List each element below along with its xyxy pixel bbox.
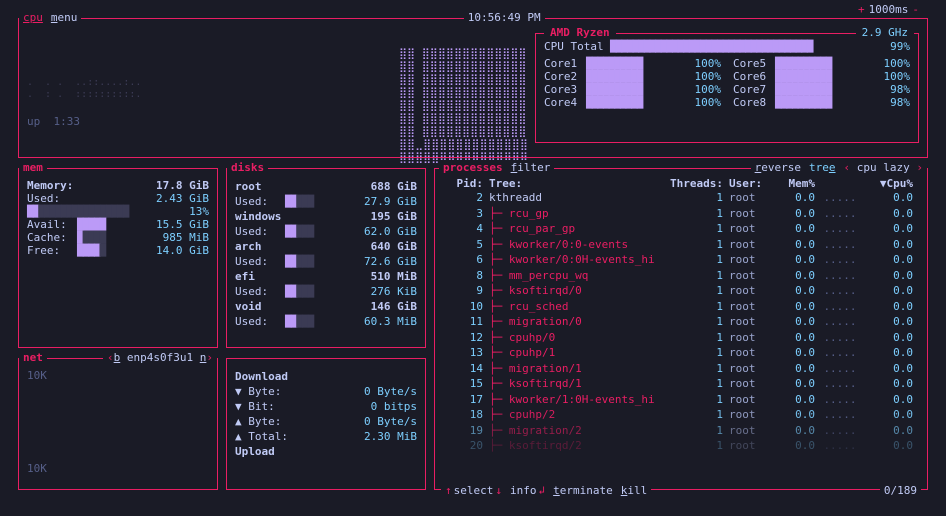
- process-row[interactable]: 17 ├─ kworker/1:0H-events_hi 1 root 0.0 …: [443, 392, 919, 408]
- tree-button[interactable]: tree: [805, 161, 840, 174]
- cpu-freq: 2.9 GHz: [856, 26, 914, 39]
- kill-button[interactable]: kill: [621, 484, 648, 497]
- process-row[interactable]: 4 ├─ rcu_par_gp 1 root 0.0 ..... 0.0: [443, 221, 919, 237]
- core-row: Core1██████████100%: [544, 57, 721, 70]
- proc-columns[interactable]: Pid: Tree: Threads: User: Mem% ▼Cpu%: [443, 177, 919, 190]
- core-row: Core3██████████100%: [544, 83, 721, 96]
- core-row: Core5██████████100%: [733, 57, 910, 70]
- core-row: Core4██████████100%: [544, 96, 721, 109]
- disks-panel: disks root688 GiB Used:█████27.9 GiBwind…: [226, 168, 426, 348]
- down-arrow-icon[interactable]: ↓: [495, 484, 502, 497]
- disks-title[interactable]: disks: [227, 161, 268, 174]
- rate-minus-icon[interactable]: -: [912, 3, 919, 16]
- process-row[interactable]: 5 ├─ kworker/0:0-events 1 root 0.0 .....…: [443, 237, 919, 253]
- net-scale-top: 10K: [27, 369, 209, 382]
- net-iface[interactable]: ‹b enp4s0f3u1 n›: [103, 351, 217, 364]
- reverse-button[interactable]: reverse: [751, 161, 805, 174]
- process-row[interactable]: 19 ├─ migration/2 1 root 0.0 ..... 0.0: [443, 423, 919, 439]
- net-stat-row: ▲ Total:2.30 MiB: [235, 429, 417, 444]
- process-row[interactable]: 14 ├─ migration/1 1 root 0.0 ..... 0.0: [443, 361, 919, 377]
- up-arrow-icon[interactable]: ↑: [445, 484, 452, 497]
- mem-panel: mem Memory:17.8 GiB Used:2.43 GiB ██████…: [18, 168, 218, 348]
- menu-button[interactable]: menu: [47, 11, 82, 24]
- cpu-graph: ⣿⣿ ⣿⣿⣿⣿⣿⣿⣿⣿⣿⣿⣿⣿⣿ ⣿⣿ ⣿⣿⣿⣿⣿⣿⣿⣿⣿⣿⣿⣿⣿ ⣿⣿ ⣿⣿⣿…: [399, 47, 529, 164]
- core-row: Core2██████████100%: [544, 70, 721, 83]
- net-stat-row: ▼ Byte:0 Byte/s: [235, 384, 417, 399]
- download-label: Download: [235, 369, 417, 384]
- info-button[interactable]: info: [510, 484, 537, 497]
- process-row[interactable]: 15 ├─ ksoftirqd/1 1 root 0.0 ..... 0.0: [443, 376, 919, 392]
- cpu-panel: cpu menu 10:56:49 PM + 1000ms - . . . ..…: [18, 18, 928, 158]
- core-row: Core7██████████98%: [733, 83, 910, 96]
- sort-mode[interactable]: ‹ cpu lazy ›: [840, 161, 927, 174]
- process-row[interactable]: 3 ├─ rcu_gp 1 root 0.0 ..... 0.0: [443, 206, 919, 222]
- process-row[interactable]: 10 ├─ rcu_sched 1 root 0.0 ..... 0.0: [443, 299, 919, 315]
- proc-position: 0/189: [884, 484, 917, 497]
- net-stats-panel: Download ▼ Byte:0 Byte/s▼ Bit:0 bitps▲ B…: [226, 358, 426, 490]
- rate-plus-icon[interactable]: +: [858, 3, 865, 16]
- process-row[interactable]: 8 ├─ mm_percpu_wq 1 root 0.0 ..... 0.0: [443, 268, 919, 284]
- process-row[interactable]: 20 ├─ ksoftirqd/2 1 root 0.0 ..... 0.0: [443, 438, 919, 454]
- mem-title[interactable]: mem: [19, 161, 47, 174]
- cpu-model: AMD Ryzen: [544, 26, 616, 39]
- net-stat-row: ▲ Byte:0 Byte/s: [235, 414, 417, 429]
- processes-panel: processes filter reverse tree ‹ cpu lazy…: [434, 168, 928, 490]
- process-row[interactable]: 18 ├─ cpuhp/2 1 root 0.0 ..... 0.0: [443, 407, 919, 423]
- uptime-value: 1:33: [54, 115, 81, 128]
- net-scale-bottom: 10K: [27, 462, 209, 475]
- terminate-button[interactable]: terminate: [553, 484, 613, 497]
- clock: 10:56:49 PM: [464, 11, 545, 24]
- update-rate: 1000ms: [869, 3, 909, 16]
- core-row: Core8██████████98%: [733, 96, 910, 109]
- process-row[interactable]: 11 ├─ migration/0 1 root 0.0 ..... 0.0: [443, 314, 919, 330]
- cpu-title[interactable]: cpu: [19, 11, 47, 24]
- core-row: Core6██████████100%: [733, 70, 910, 83]
- process-row[interactable]: 13 ├─ cpuhp/1 1 root 0.0 ..... 0.0: [443, 345, 919, 361]
- process-row[interactable]: 9 ├─ ksoftirqd/0 1 root 0.0 ..... 0.0: [443, 283, 919, 299]
- net-title[interactable]: net: [19, 351, 47, 364]
- net-panel: net ‹b enp4s0f3u1 n› 10K 10K: [18, 358, 218, 490]
- cpu-detail-panel: AMD Ryzen 2.9 GHz CPU Total ████████████…: [535, 33, 919, 143]
- process-row[interactable]: 12 ├─ cpuhp/0 1 root 0.0 ..... 0.0: [443, 330, 919, 346]
- net-stat-row: ▼ Bit:0 bitps: [235, 399, 417, 414]
- upload-label: Upload: [235, 444, 417, 459]
- proc-title[interactable]: processes: [439, 161, 507, 174]
- select-button[interactable]: select: [454, 484, 494, 497]
- process-row[interactable]: 2 kthreadd 1 root 0.0 ..... 0.0: [443, 190, 919, 206]
- filter-button[interactable]: filter: [507, 161, 555, 174]
- uptime-label: up: [27, 115, 40, 128]
- cpu-total-pct: 99%: [890, 40, 910, 53]
- process-row[interactable]: 6 ├─ kworker/0:0H-events_hi 1 root 0.0 .…: [443, 252, 919, 268]
